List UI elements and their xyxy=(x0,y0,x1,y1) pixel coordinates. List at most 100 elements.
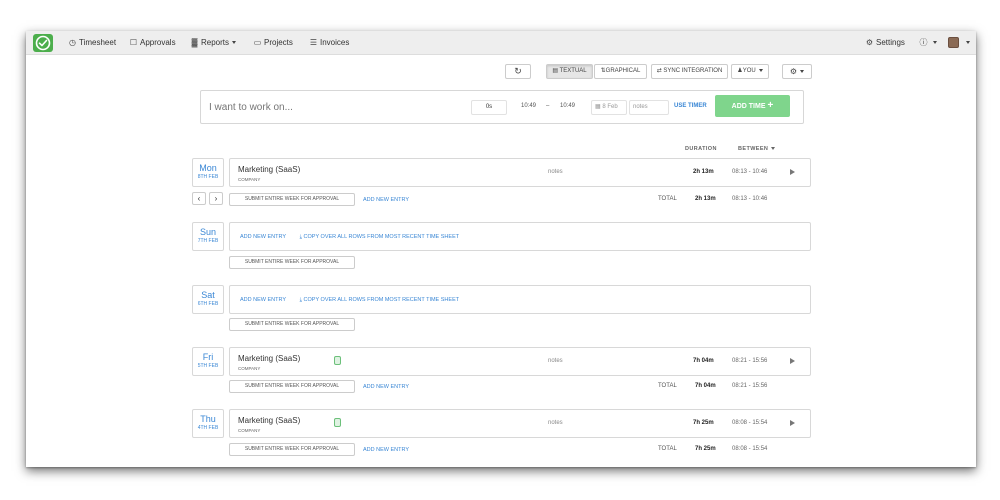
between-column-header[interactable]: BETWEEN xyxy=(738,146,776,152)
entry-notes[interactable]: notes xyxy=(548,169,563,175)
day-badge-thu: Thu 4th Feb xyxy=(192,409,224,438)
chevron-down-icon xyxy=(758,68,763,72)
notes-field[interactable]: notes xyxy=(629,100,669,115)
nav-approvals-label: Approvals xyxy=(140,38,176,47)
client-name: Company xyxy=(238,428,261,433)
duration-field[interactable]: 0s xyxy=(471,100,507,115)
settings-menu[interactable]: ⚙ Settings xyxy=(865,37,905,49)
copy-rows-link[interactable]: ⤓ Copy over all rows from most recent ti… xyxy=(300,297,460,303)
nav-timesheet[interactable]: ◷ Timesheet xyxy=(68,37,116,49)
duration-column-header: DURATION xyxy=(685,146,717,152)
info-icon: ⓘ xyxy=(919,38,928,47)
add-time-button[interactable]: ADD TIME + xyxy=(715,95,790,117)
add-new-entry-link[interactable]: Add new entry xyxy=(240,234,286,240)
add-new-entry-link[interactable]: Add new entry xyxy=(363,197,409,203)
end-time-field[interactable]: 10:49 xyxy=(560,103,575,109)
time-entry-row[interactable]: Marketing (SaaS) Company notes 7h 25m 08… xyxy=(229,409,811,438)
tag-icon[interactable] xyxy=(334,356,341,365)
task-input[interactable] xyxy=(209,102,459,113)
play-icon[interactable] xyxy=(790,169,795,175)
total-label: TOTAL xyxy=(658,196,677,202)
submit-week-button[interactable]: Submit entire week for approval xyxy=(229,256,355,269)
new-entry-form: 0s 10:49 – 10:49 ▦ 8 Feb notes USE TIMER… xyxy=(200,90,804,124)
total-duration: 7h 04m xyxy=(695,383,716,389)
tag-icon[interactable] xyxy=(334,418,341,427)
nav-approvals[interactable]: ☐ Approvals xyxy=(129,37,176,49)
textual-view-button[interactable]: ▤ Textual xyxy=(546,64,593,79)
refresh-button[interactable]: ↻ xyxy=(505,64,531,79)
add-new-entry-link[interactable]: Add new entry xyxy=(363,447,409,453)
options-gear-button[interactable]: ⚙ xyxy=(782,64,812,79)
next-week-button[interactable]: › xyxy=(209,192,223,205)
total-label: TOTAL xyxy=(658,383,677,389)
copy-rows-link[interactable]: ⤓ Copy over all rows from most recent ti… xyxy=(300,234,460,240)
nav-invoices-label: Invoices xyxy=(320,38,350,47)
total-duration: 2h 13m xyxy=(695,196,716,202)
textual-label: Textual xyxy=(559,68,587,74)
entry-between: 08:21 - 15:56 xyxy=(732,358,768,364)
submit-week-button[interactable]: Submit entire week for approval xyxy=(229,193,355,206)
time-entry-row[interactable]: Marketing (SaaS) Company notes 7h 04m 08… xyxy=(229,347,811,376)
empty-day-row: Add new entry ⤓ Copy over all rows from … xyxy=(229,285,811,314)
project-name: Marketing (SaaS) xyxy=(238,416,301,425)
day-name: Thu xyxy=(200,414,216,424)
total-between: 08:13 - 10:46 xyxy=(732,196,768,202)
entry-between: 08:08 - 15:54 xyxy=(732,420,768,426)
refresh-icon: ↻ xyxy=(514,66,522,76)
nav-projects-label: Projects xyxy=(264,38,293,47)
time-entry-row[interactable]: Marketing (SaaS) Company notes 2h 13m 08… xyxy=(229,158,811,187)
sync-integration-button[interactable]: ⇄ Sync Integration xyxy=(651,64,728,79)
graphical-view-button[interactable]: ⇅Graphical xyxy=(594,64,647,79)
date-field[interactable]: ▦ 8 Feb xyxy=(591,100,627,115)
submit-week-button[interactable]: Submit entire week for approval xyxy=(229,318,355,331)
folder-icon: ▭ xyxy=(253,38,262,47)
use-timer-link[interactable]: USE TIMER xyxy=(674,103,707,109)
play-icon[interactable] xyxy=(790,420,795,426)
user-filter-button[interactable]: ♟You xyxy=(731,64,769,79)
avatar[interactable] xyxy=(948,37,959,48)
avatar-menu-caret[interactable] xyxy=(963,37,970,49)
project-name: Marketing (SaaS) xyxy=(238,354,301,363)
submit-week-button[interactable]: Submit entire week for approval xyxy=(229,380,355,393)
day-date: 7th Feb xyxy=(197,238,219,244)
top-nav: ◷ Timesheet ☐ Approvals ▓ Reports ▭ Projects… xyxy=(26,31,976,55)
project-name: Marketing (SaaS) xyxy=(238,165,301,174)
add-new-entry-link[interactable]: Add new entry xyxy=(240,297,286,303)
entry-duration: 2h 13m xyxy=(693,169,714,175)
info-menu[interactable]: ⓘ xyxy=(919,37,937,49)
day-badge-sat: Sat 6th Feb xyxy=(192,285,224,314)
inbox-icon: ☐ xyxy=(129,38,138,47)
list-icon: ▤ xyxy=(552,68,560,74)
nav-timesheet-label: Timesheet xyxy=(79,38,117,47)
chevron-down-icon xyxy=(800,70,805,74)
day-name: Sat xyxy=(201,290,215,300)
total-between: 08:08 - 15:54 xyxy=(732,446,768,452)
entry-notes[interactable]: notes xyxy=(548,420,563,426)
total-between: 08:21 - 15:56 xyxy=(732,383,768,389)
add-new-entry-link[interactable]: Add new entry xyxy=(363,384,409,390)
empty-day-row: Add new entry ⤓ Copy over all rows from … xyxy=(229,222,811,251)
prev-week-button[interactable]: ‹ xyxy=(192,192,206,205)
nav-invoices[interactable]: ☰ Invoices xyxy=(309,37,349,49)
client-name: Company xyxy=(238,177,261,182)
nav-reports[interactable]: ▓ Reports xyxy=(190,37,237,49)
sync-label: Sync Integration xyxy=(663,68,723,74)
entry-duration: 7h 25m xyxy=(693,420,714,426)
day-date: 4th Feb xyxy=(197,425,219,431)
chevron-down-icon xyxy=(966,41,970,45)
chevron-down-icon xyxy=(933,41,937,45)
nav-projects[interactable]: ▭ Projects xyxy=(253,37,293,49)
day-name: Mon xyxy=(199,163,217,173)
start-time-field[interactable]: 10:49 xyxy=(521,103,536,109)
date-value: 8 Feb xyxy=(602,104,618,110)
play-icon[interactable] xyxy=(790,358,795,364)
day-date: 6th Feb xyxy=(197,301,219,307)
chevron-down-icon xyxy=(232,41,237,45)
day-name: Fri xyxy=(202,352,214,362)
nav-reports-label: Reports xyxy=(201,38,230,47)
entry-notes[interactable]: notes xyxy=(548,358,563,364)
logo-icon[interactable] xyxy=(33,34,53,52)
day-date: 5th Feb xyxy=(197,363,219,369)
submit-week-button[interactable]: Submit entire week for approval xyxy=(229,443,355,456)
clock-icon: ◷ xyxy=(69,38,76,47)
